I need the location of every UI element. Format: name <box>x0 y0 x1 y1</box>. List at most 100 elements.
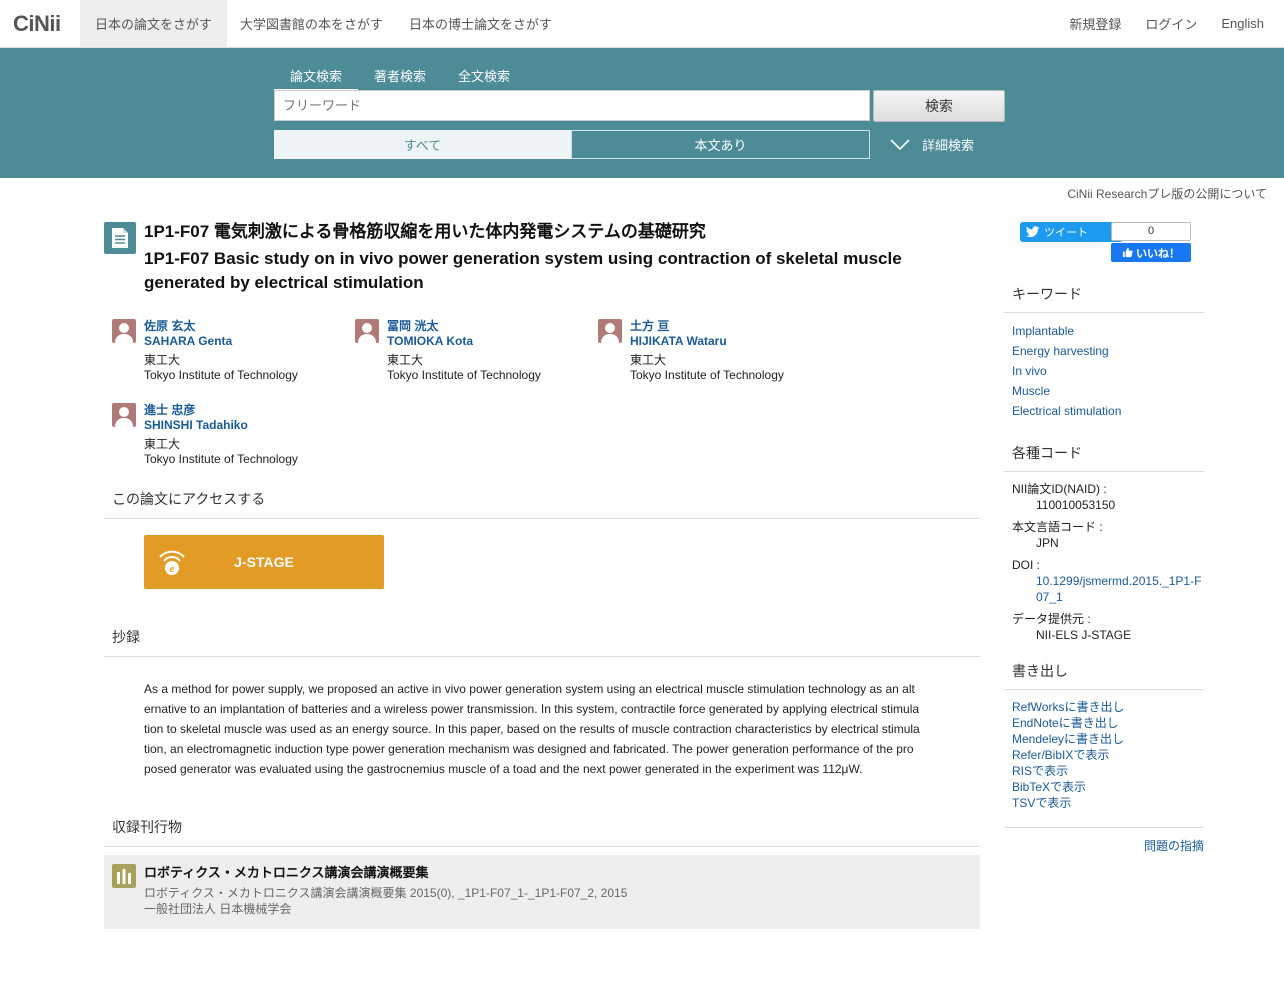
nav-tab-dissertations[interactable]: 日本の博士論文をさがす <box>396 0 565 47</box>
naid-value: 110010053150 <box>1036 498 1116 512</box>
author-name-en[interactable]: SHINSHI Tadahiko <box>144 418 352 433</box>
codes-heading: 各種コード <box>1004 443 1204 472</box>
report-section: 問題の指摘 <box>1004 827 1204 854</box>
nav-tab-books[interactable]: 大学図書館の本をさがす <box>227 0 396 47</box>
jstage-button[interactable]: e J-STAGE <box>144 535 384 589</box>
export-list: RefWorksに書き出し EndNoteに書き出し Mendeleyに書き出し… <box>1004 699 1204 811</box>
avatar-icon <box>112 319 136 343</box>
article-title-en: 1P1-F07 Basic study on in vivo power gen… <box>144 249 902 292</box>
advanced-search-label: 詳細検索 <box>922 138 975 153</box>
nav-tab-articles[interactable]: 日本の論文をさがす <box>80 0 228 47</box>
english-link[interactable]: English <box>1221 16 1264 31</box>
report-issue-link[interactable]: 問題の指摘 <box>1144 839 1204 853</box>
like-count: 0 <box>1111 222 1191 241</box>
article-main: 1P1-F07 電気刺激による骨格筋収縮を用いた体内発電システムの基礎研究 1P… <box>104 220 980 929</box>
search-button[interactable]: 検索 <box>873 90 1005 122</box>
like-label: いいね！ <box>1136 247 1180 260</box>
filter-all-button[interactable]: すべて <box>274 130 571 159</box>
keyword-link[interactable]: Implantable <box>1004 321 1204 341</box>
author-card: 進士 忠彦 SHINSHI Tadahiko 東工大 Tokyo Institu… <box>112 403 352 467</box>
author-affiliation-ja: 東工大 <box>144 437 181 451</box>
export-ris-link[interactable]: RISで表示 <box>1004 763 1204 779</box>
avatar-icon <box>598 319 622 343</box>
keyword-link[interactable]: Electrical stimulation <box>1004 401 1204 421</box>
avatar-icon <box>355 319 379 343</box>
code-list: NII論文ID(NAID) : 110010053150 本文言語コード : J… <box>1004 481 1204 643</box>
like-button[interactable]: いいね！ <box>1111 243 1191 262</box>
language-label: 本文言語コード : <box>1012 520 1103 534</box>
access-heading: この論文にアクセスする <box>104 489 980 519</box>
export-refworks-link[interactable]: RefWorksに書き出し <box>1004 699 1204 715</box>
advanced-search-toggle[interactable]: 詳細検索 <box>890 130 974 159</box>
author-card: 土方 亘 HIJIKATA Wataru 東工大 Tokyo Institute… <box>598 319 838 383</box>
publication-box: ロボティクス・メカトロニクス講演会講演概要集 ロボティクス・メカトロニクス講演会… <box>104 855 980 929</box>
nav-account: 新規登録 ログイン English <box>1045 0 1284 47</box>
search-input[interactable] <box>274 90 870 121</box>
abstract-heading: 抄録 <box>104 627 980 657</box>
article-title-ja: 1P1-F07 電気刺激による骨格筋収縮を用いた体内発電システムの基礎研究 <box>144 222 706 241</box>
export-refer-link[interactable]: Refer/BibIXで表示 <box>1004 747 1204 763</box>
journal-icon <box>112 864 136 888</box>
cinii-logo[interactable]: CiNii <box>0 0 80 47</box>
export-mendeley-link[interactable]: Mendeleyに書き出し <box>1004 731 1204 747</box>
jstage-label: J-STAGE <box>234 554 294 570</box>
doi-link[interactable]: 10.1299/jsmermd.2015._1P1-F07_1 <box>1012 573 1204 605</box>
tab-author-search[interactable]: 著者検索 <box>358 64 442 91</box>
facebook-like-widget: 0 いいね！ <box>1111 222 1191 262</box>
doi-label: DOI : <box>1012 558 1041 572</box>
author-card: 佐原 玄太 SAHARA Genta 東工大 Tokyo Institute o… <box>112 319 352 383</box>
tab-fulltext-search[interactable]: 全文検索 <box>442 64 526 91</box>
tab-article-search[interactable]: 論文検索 <box>274 64 359 91</box>
twitter-bird-icon <box>1026 226 1040 238</box>
chevron-down-icon <box>890 138 910 150</box>
export-bibtex-link[interactable]: BibTeXで表示 <box>1004 779 1204 795</box>
keyword-list: Implantable Energy harvesting In vivo Mu… <box>1004 321 1204 421</box>
naid-label: NII論文ID(NAID) : <box>1012 482 1107 496</box>
author-name-en[interactable]: SAHARA Genta <box>144 334 352 349</box>
author-affiliation-en: Tokyo Institute of Technology <box>387 368 541 382</box>
svg-text:e: e <box>170 563 175 575</box>
keyword-link[interactable]: Energy harvesting <box>1004 341 1204 361</box>
thumbs-up-icon <box>1122 247 1133 258</box>
author-affiliation-ja: 東工大 <box>387 353 424 367</box>
author-name-en[interactable]: HIJIKATA Wataru <box>630 334 838 349</box>
avatar-icon <box>112 403 136 427</box>
publication-detail: ロボティクス・メカトロニクス講演会講演概要集 2015(0), _1P1-F07… <box>144 886 628 900</box>
document-icon <box>104 222 136 254</box>
author-affiliation-en: Tokyo Institute of Technology <box>630 368 784 382</box>
search-tabs: 論文検索 著者検索 全文検索 <box>274 64 526 91</box>
provider-value: NII-ELS J-STAGE <box>1036 628 1132 642</box>
filter-fulltext-button[interactable]: 本文あり <box>571 130 870 159</box>
search-band: 論文検索 著者検索 全文検索 検索 すべて 本文あり 詳細検索 <box>0 48 1284 178</box>
author-affiliation-ja: 東工大 <box>630 353 667 367</box>
author-affiliation-en: Tokyo Institute of Technology <box>144 452 298 466</box>
research-preview-notice[interactable]: CiNii Researchプレ版の公開について <box>1067 185 1267 202</box>
author-name-ja[interactable]: 進士 忠彦 <box>144 403 352 418</box>
register-link[interactable]: 新規登録 <box>1069 14 1121 33</box>
abstract-text: As a method for power supply, we propose… <box>144 682 920 776</box>
export-tsv-link[interactable]: TSVで表示 <box>1004 795 1204 811</box>
export-endnote-link[interactable]: EndNoteに書き出し <box>1004 715 1204 731</box>
author-affiliation-ja: 東工大 <box>144 353 181 367</box>
jstage-icon: e <box>156 545 188 580</box>
author-name-ja[interactable]: 佐原 玄太 <box>144 319 352 334</box>
export-heading: 書き出し <box>1004 661 1204 690</box>
provider-label: データ提供元 : <box>1012 612 1091 626</box>
keyword-link[interactable]: Muscle <box>1004 381 1204 401</box>
login-link[interactable]: ログイン <box>1145 14 1197 33</box>
top-nav: CiNii 日本の論文をさがす 大学図書館の本をさがす 日本の博士論文をさがす … <box>0 0 1284 48</box>
author-name-ja[interactable]: 冨岡 洸太 <box>387 319 595 334</box>
author-name-ja[interactable]: 土方 亘 <box>630 319 838 334</box>
sidebar: ツイート 0 いいね！ キーワード Implantable Energy har… <box>1004 222 1204 854</box>
publication-publisher: 一般社団法人 日本機械学会 <box>144 902 292 916</box>
author-name-en[interactable]: TOMIOKA Kota <box>387 334 595 349</box>
tweet-button[interactable]: ツイート <box>1020 222 1123 242</box>
author-affiliation-en: Tokyo Institute of Technology <box>144 368 298 382</box>
publication-heading: 収録刊行物 <box>104 817 980 847</box>
keyword-link[interactable]: In vivo <box>1004 361 1204 381</box>
author-list: 佐原 玄太 SAHARA Genta 東工大 Tokyo Institute o… <box>104 319 980 489</box>
keywords-heading: キーワード <box>1004 284 1204 313</box>
publication-title[interactable]: ロボティクス・メカトロニクス講演会講演概要集 <box>144 865 980 881</box>
author-card: 冨岡 洸太 TOMIOKA Kota 東工大 Tokyo Institute o… <box>355 319 595 383</box>
language-value: JPN <box>1036 536 1059 550</box>
